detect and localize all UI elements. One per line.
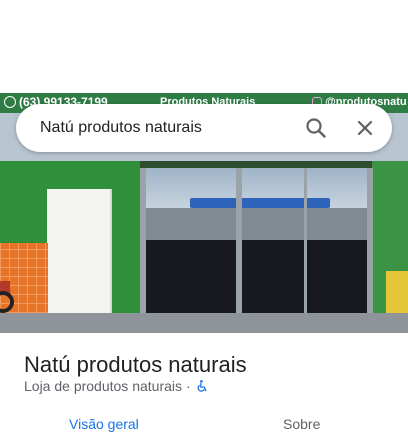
close-icon[interactable] xyxy=(353,116,377,140)
motorcycle-wheel xyxy=(0,291,14,313)
place-title: Natú produtos naturais xyxy=(24,352,247,377)
yellow-object xyxy=(386,271,408,313)
door-frame xyxy=(367,168,373,313)
wheelchair-icon xyxy=(195,379,209,393)
search-bar[interactable]: Natú produtos naturais xyxy=(16,104,392,152)
search-input[interactable]: Natú produtos naturais xyxy=(40,119,202,137)
sidewalk xyxy=(0,313,408,333)
door-frame xyxy=(236,168,242,313)
place-subtitle: Loja de produtos naturais · xyxy=(24,378,209,394)
reflected-canopy xyxy=(190,198,330,208)
motorcycle xyxy=(0,273,22,313)
separator: · xyxy=(186,378,191,394)
door-frame xyxy=(140,168,146,313)
place-category: Loja de produtos naturais xyxy=(24,378,182,394)
white-door xyxy=(47,189,112,313)
door-frame xyxy=(304,168,307,313)
tab-overview[interactable]: Visão geral xyxy=(69,416,139,432)
reflected-street xyxy=(140,208,372,240)
glass-storefront xyxy=(140,168,372,313)
whatsapp-icon xyxy=(4,96,16,108)
tab-about[interactable]: Sobre xyxy=(283,416,320,432)
store-interior xyxy=(140,240,372,313)
search-icon[interactable] xyxy=(304,116,328,140)
